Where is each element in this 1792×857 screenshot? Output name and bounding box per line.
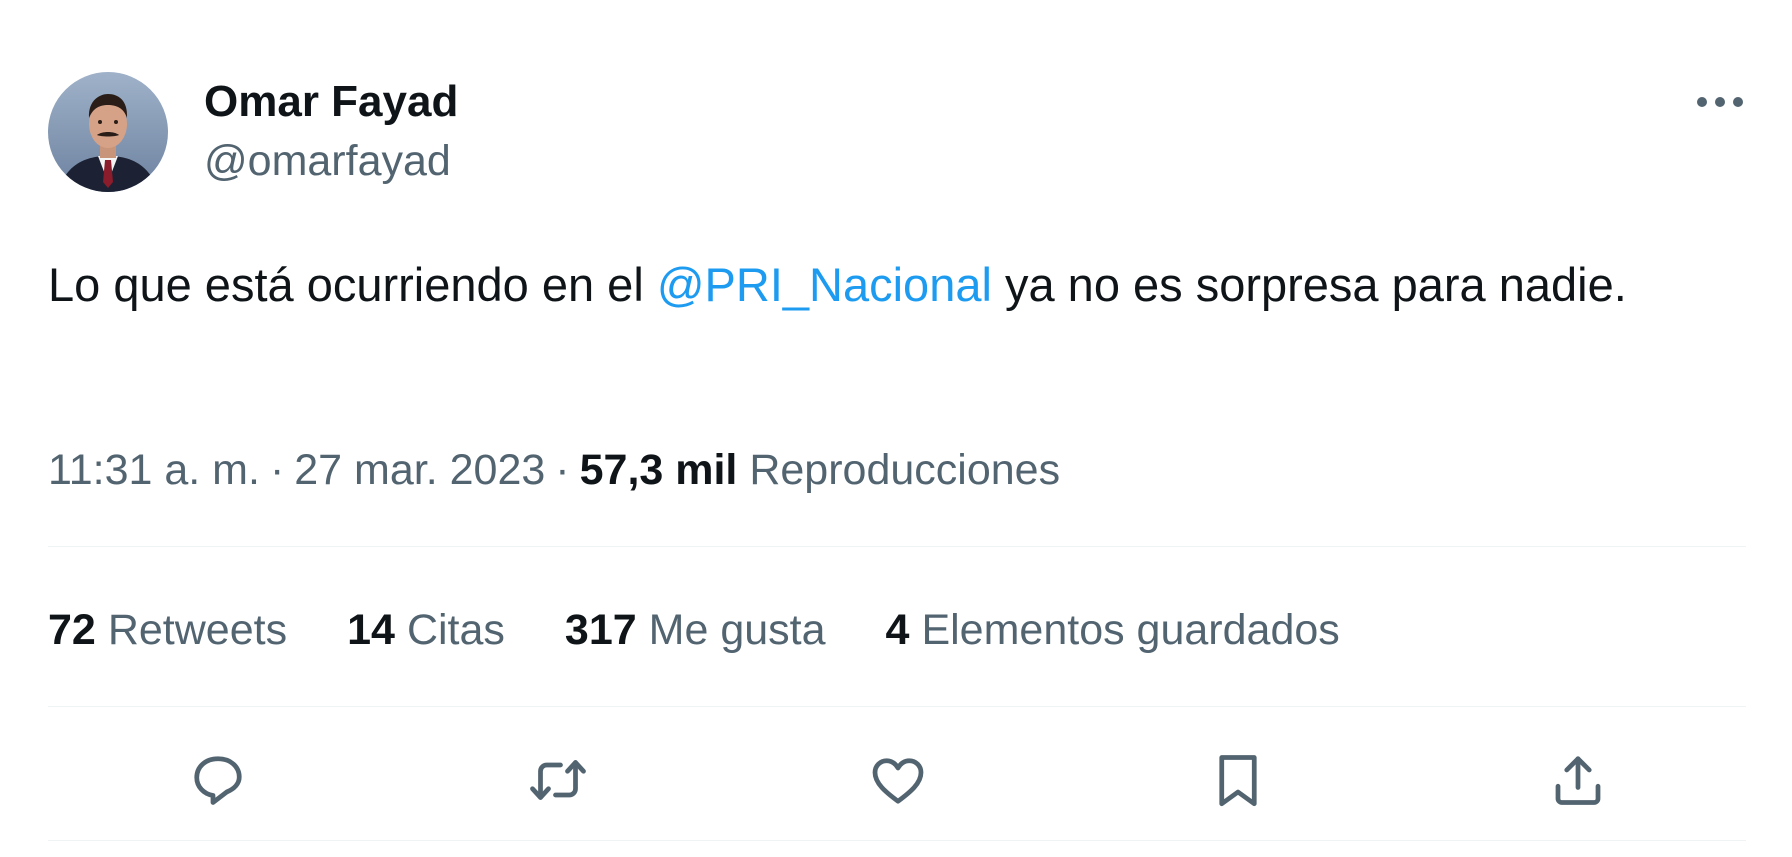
stat-count: 4 xyxy=(885,606,910,654)
author-display-name[interactable]: Omar Fayad xyxy=(204,74,458,130)
retweet-button[interactable] xyxy=(526,748,590,812)
tweet-text-before: Lo que está ocurriendo en el xyxy=(48,258,657,311)
stat-count: 317 xyxy=(564,606,637,654)
stat-count: 14 xyxy=(347,606,395,654)
avatar[interactable] xyxy=(48,72,168,192)
reply-icon xyxy=(194,756,242,805)
divider xyxy=(48,546,1746,547)
engagement-stats: 72 Retweets 14 Citas 317 Me gusta 4 Elemento… xyxy=(48,600,1400,660)
stat-label: Elementos guardados xyxy=(921,606,1340,654)
divider xyxy=(48,706,1746,707)
stat-label: Citas xyxy=(406,606,505,654)
mention-link[interactable]: @PRI_Nacional xyxy=(657,258,992,311)
divider xyxy=(48,840,1746,841)
stat-count: 72 xyxy=(48,606,96,654)
avatar-image xyxy=(48,72,168,192)
bookmark-button[interactable] xyxy=(1206,748,1270,812)
bookmark-icon xyxy=(1219,755,1257,807)
retweet-icon xyxy=(530,760,586,800)
stat-quotes[interactable]: 14 Citas xyxy=(347,600,505,660)
tweet-date[interactable]: 27 mar. 2023 xyxy=(294,446,545,494)
tweet-time[interactable]: 11:31 a. m. xyxy=(48,446,260,494)
share-button[interactable] xyxy=(1546,748,1610,812)
stat-label: Me gusta xyxy=(648,606,826,654)
stat-bookmarks[interactable]: 4 Elementos guardados xyxy=(886,600,1340,660)
share-icon xyxy=(1555,756,1601,805)
stat-retweets[interactable]: 72 Retweets xyxy=(48,600,287,660)
tweet-meta: 11:31 a. m. · 27 mar. 2023 · 57,3 mil Reprod… xyxy=(48,440,1060,500)
tweet-text: Lo que está ocurriendo en el @PRI_Nacion… xyxy=(48,248,1708,321)
more-options-button[interactable] xyxy=(1690,84,1750,120)
meta-separator: · xyxy=(269,446,285,494)
author-block: Omar Fayad @omarfayad xyxy=(204,74,458,189)
like-button[interactable] xyxy=(866,748,930,812)
stat-likes[interactable]: 317 Me gusta xyxy=(565,600,826,660)
meta-separator: · xyxy=(555,446,570,494)
more-icon xyxy=(1697,97,1743,107)
heart-icon xyxy=(872,758,924,804)
stat-label: Retweets xyxy=(107,606,288,654)
tweet-text-after: ya no es sorpresa para nadie. xyxy=(991,258,1627,311)
reply-button[interactable] xyxy=(186,748,250,812)
views-count: 57,3 mil xyxy=(579,446,738,494)
views-label: Reproducciones xyxy=(749,446,1061,494)
author-handle[interactable]: @omarfayad xyxy=(204,133,458,189)
